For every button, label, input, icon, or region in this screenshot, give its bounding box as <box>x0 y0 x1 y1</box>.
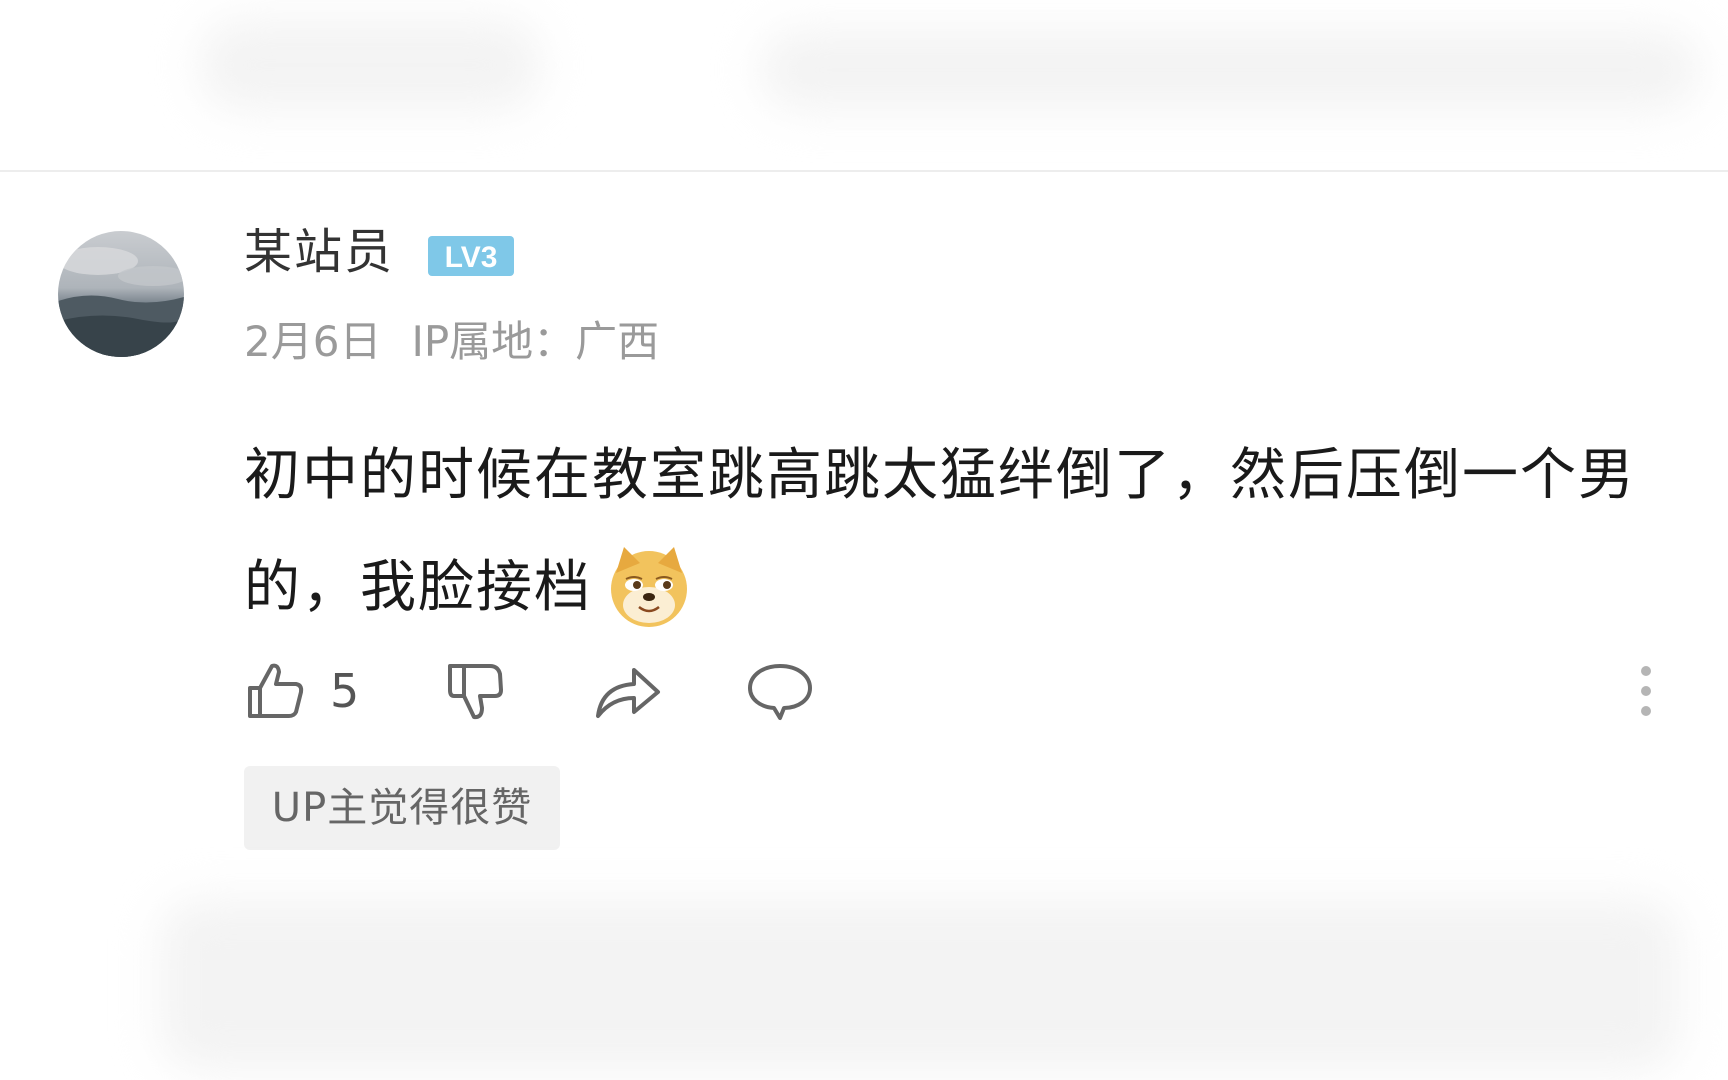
comment-meta: 2月6日 IP属地：广西 <box>244 314 659 370</box>
doge-emoji-icon <box>606 543 692 629</box>
username[interactable]: 某站员 <box>244 222 394 282</box>
ip-location: IP属地：广西 <box>411 317 660 366</box>
svg-text:LV3: LV3 <box>445 241 498 274</box>
divider <box>0 170 1728 172</box>
thumb-down-icon <box>448 664 503 720</box>
more-options-button[interactable] <box>1636 656 1656 726</box>
like-button[interactable]: 5 <box>244 656 359 726</box>
share-icon <box>596 668 660 718</box>
dislike-button[interactable] <box>444 656 506 726</box>
up-liked-tag: UP主觉得很赞 <box>244 766 560 850</box>
thumb-up-icon <box>248 663 304 718</box>
blurred-next-content <box>160 900 1680 1070</box>
action-bar: 5 <box>244 656 1674 726</box>
comment-page: 某站员 LV3 2月6日 IP属地：广西 初中的时候在教室跳高跳太猛绊倒了，然后压… <box>0 0 1728 1080</box>
avatar[interactable] <box>58 231 184 357</box>
more-vertical-icon <box>1641 666 1651 716</box>
comment-text-container: 初中的时候在教室跳高跳太猛绊倒了，然后压倒一个男的，我脸接档 <box>244 420 1684 644</box>
blurred-previous-content <box>760 30 1700 110</box>
blurred-previous-content <box>200 20 540 110</box>
comment-text: 初中的时候在教室跳高跳太猛绊倒了，然后压倒一个男的，我脸接档 <box>244 443 1636 620</box>
reply-button[interactable] <box>746 656 814 726</box>
share-button[interactable] <box>594 656 662 726</box>
reply-bubble-icon <box>748 664 812 720</box>
like-count: 5 <box>330 664 360 718</box>
comment-date: 2月6日 <box>244 317 382 366</box>
level-badge: LV3 <box>428 236 514 276</box>
